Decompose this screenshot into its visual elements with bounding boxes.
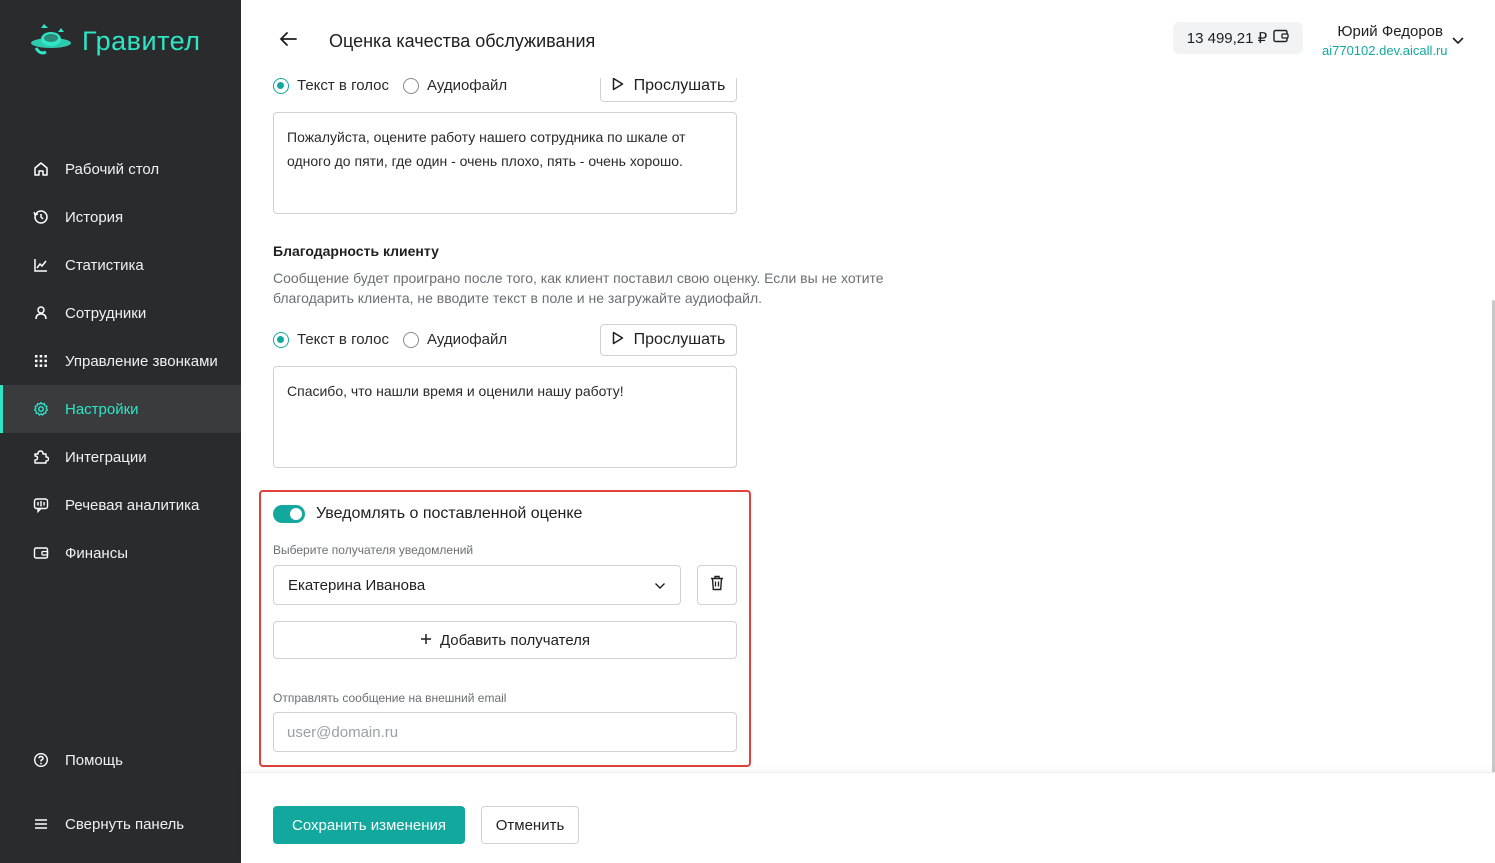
sidebar-item-label: Рабочий стол <box>65 160 160 178</box>
user-icon <box>32 304 50 322</box>
wallet-icon <box>32 544 50 562</box>
sidebar-item-label: История <box>65 208 124 226</box>
dialpad-icon <box>32 352 50 370</box>
sidebar-item-label: Настройки <box>65 400 139 418</box>
play-label: Прослушать <box>633 78 726 94</box>
sidebar-item-speech-analytics[interactable]: Речевая аналитика <box>0 481 241 529</box>
sidebar-item-label: Финансы <box>65 544 128 562</box>
external-email-input[interactable] <box>273 712 737 752</box>
add-recipient-button[interactable]: Добавить получателя <box>273 621 737 659</box>
save-button[interactable]: Сохранить изменения <box>273 806 465 844</box>
thanks-section-title: Благодарность клиенту <box>273 243 439 259</box>
collapse-panel-button[interactable]: Свернуть панель <box>0 800 241 848</box>
email-label: Отправлять сообщение на внешний email <box>273 691 507 705</box>
sidebar-item-label: Помощь <box>65 751 123 769</box>
home-icon <box>32 160 50 178</box>
radio-checked-icon <box>273 78 289 94</box>
history-icon <box>32 208 50 226</box>
recipient-select[interactable]: Екатерина Иванова <box>273 565 681 605</box>
sidebar-nav: Рабочий стол История Статистика Сотрудни… <box>0 145 241 577</box>
thanks-section-description: Сообщение будет проиграно после того, ка… <box>273 270 884 306</box>
greeting-play-button[interactable]: Прослушать <box>600 78 737 102</box>
menu-icon <box>32 815 50 833</box>
user-domain: ai770102.dev.aicall.ru <box>1322 43 1448 58</box>
balance-value: 13 499,21 ₽ <box>1186 30 1268 47</box>
play-icon <box>612 78 624 96</box>
sidebar-item-employees[interactable]: Сотрудники <box>0 289 241 337</box>
add-recipient-label: Добавить получателя <box>439 631 591 649</box>
play-icon <box>612 331 624 350</box>
thanks-tts-option[interactable]: Текст в голос <box>273 331 389 348</box>
radio-label: Аудиофайл <box>427 78 508 94</box>
puzzle-icon <box>32 448 50 466</box>
ufo-logo-icon <box>30 22 72 61</box>
back-button[interactable] <box>277 28 299 50</box>
sidebar-item-finance[interactable]: Финансы <box>0 529 241 577</box>
trash-icon <box>710 575 724 596</box>
sidebar-item-settings[interactable]: Настройки <box>0 385 241 433</box>
arrow-left-icon <box>277 32 299 54</box>
plus-icon <box>420 632 432 649</box>
sidebar-item-label: Статистика <box>65 256 144 274</box>
sidebar-item-history[interactable]: История <box>0 193 241 241</box>
user-name: Юрий Федоров <box>1337 23 1443 40</box>
gear-icon <box>32 400 50 418</box>
delete-recipient-button[interactable] <box>697 565 737 605</box>
radio-label: Текст в голос <box>297 78 389 94</box>
footer-actions: Сохранить изменения Отменить <box>241 772 1495 863</box>
speech-icon <box>32 496 50 514</box>
radio-label: Текст в голос <box>297 331 389 348</box>
wallet-icon <box>1273 29 1289 47</box>
brand-logo[interactable]: Гравител <box>30 22 201 61</box>
sidebar-collapse: Свернуть панель <box>0 800 241 848</box>
sidebar-bottom: Помощь <box>0 736 241 784</box>
chart-icon <box>32 256 50 274</box>
page-title: Оценка качества обслуживания <box>329 31 596 51</box>
sidebar-item-label: Сотрудники <box>65 304 147 322</box>
recipient-label: Выберите получателя уведомлений <box>273 543 474 557</box>
thanks-play-button[interactable]: Прослушать <box>600 324 737 356</box>
greeting-audio-option[interactable]: Аудиофайл <box>403 78 507 94</box>
thanks-audio-option[interactable]: Аудиофайл <box>403 331 507 348</box>
chevron-down-icon[interactable] <box>1451 33 1465 51</box>
sidebar-item-label: Интеграции <box>65 448 147 466</box>
recipient-select-value: Екатерина Иванова <box>288 576 426 594</box>
notify-toggle-row: Уведомлять о поставленной оценке <box>273 505 582 523</box>
sidebar-item-help[interactable]: Помощь <box>0 736 241 784</box>
chevron-down-icon <box>654 577 666 594</box>
brand-name: Гравител <box>82 26 201 56</box>
top-header: Оценка качества обслуживания 13 499,21 ₽… <box>241 0 1495 78</box>
sidebar: Гравител Рабочий стол История Статистика… <box>0 0 241 863</box>
sidebar-item-dashboard[interactable]: Рабочий стол <box>0 145 241 193</box>
user-menu[interactable]: Юрий Федоров ai770102.dev.aicall.ru <box>1322 23 1448 58</box>
radio-unchecked-icon <box>403 331 419 348</box>
sidebar-item-call-management[interactable]: Управление звонками <box>0 337 241 385</box>
balance-badge[interactable]: 13 499,21 ₽ <box>1173 22 1303 54</box>
help-icon <box>32 751 50 769</box>
sidebar-item-label: Речевая аналитика <box>65 496 200 514</box>
notify-toggle-switch[interactable] <box>273 505 305 523</box>
settings-content[interactable]: Текст в голос Аудиофайл Прослушать Пожал… <box>241 78 1495 772</box>
radio-label: Аудиофайл <box>427 331 508 348</box>
greeting-text-field[interactable]: Пожалуйста, оцените работу нашего сотруд… <box>273 112 737 214</box>
sidebar-item-integrations[interactable]: Интеграции <box>0 433 241 481</box>
cancel-button[interactable]: Отменить <box>481 806 579 844</box>
thanks-text-field[interactable]: Спасибо, что нашли время и оценили нашу … <box>273 366 737 468</box>
radio-unchecked-icon <box>403 78 419 94</box>
sidebar-item-statistics[interactable]: Статистика <box>0 241 241 289</box>
play-label: Прослушать <box>633 331 726 348</box>
sidebar-item-label: Свернуть панель <box>65 815 185 833</box>
radio-checked-icon <box>273 331 289 348</box>
sidebar-item-label: Управление звонками <box>65 352 218 370</box>
notify-toggle-label: Уведомлять о поставленной оценке <box>316 505 583 522</box>
greeting-tts-option[interactable]: Текст в голос <box>273 78 389 94</box>
